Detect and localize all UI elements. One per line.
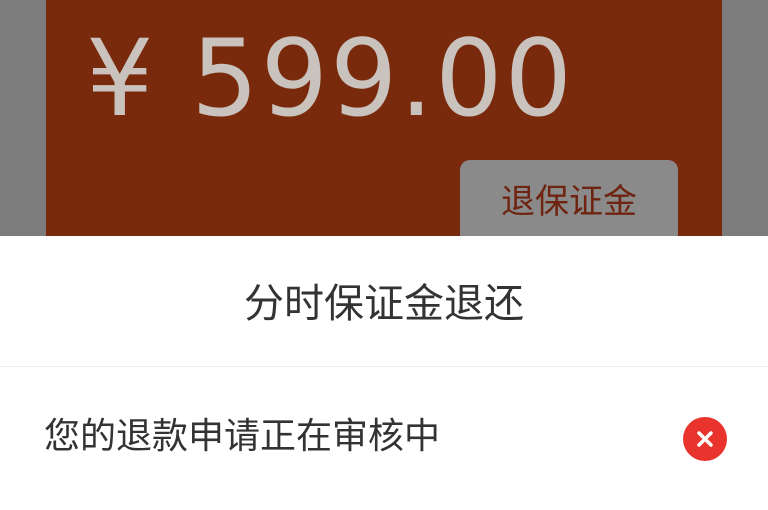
refund-deposit-button[interactable]: 退保证金 [460, 160, 678, 244]
sheet-title: 分时保证金退还 [244, 281, 524, 327]
close-icon[interactable] [683, 417, 727, 461]
background-page-overlay: ¥ 599.00 退保证金 [0, 0, 768, 244]
sheet-header: 分时保证金退还 [0, 236, 768, 367]
close-icon-glyph [697, 431, 713, 447]
deposit-card: ¥ 599.00 退保证金 [46, 0, 722, 244]
refund-status-row: 您的退款申请正在审核中 [0, 367, 768, 510]
refund-bottom-sheet: 分时保证金退还 您的退款申请正在审核中 [0, 236, 768, 510]
refund-status-message: 您的退款申请正在审核中 [44, 416, 441, 457]
deposit-amount: ¥ 599.00 [86, 17, 575, 140]
screen: ¥ 599.00 退保证金 分时保证金退还 您的退款申请正在审核中 [0, 0, 768, 510]
